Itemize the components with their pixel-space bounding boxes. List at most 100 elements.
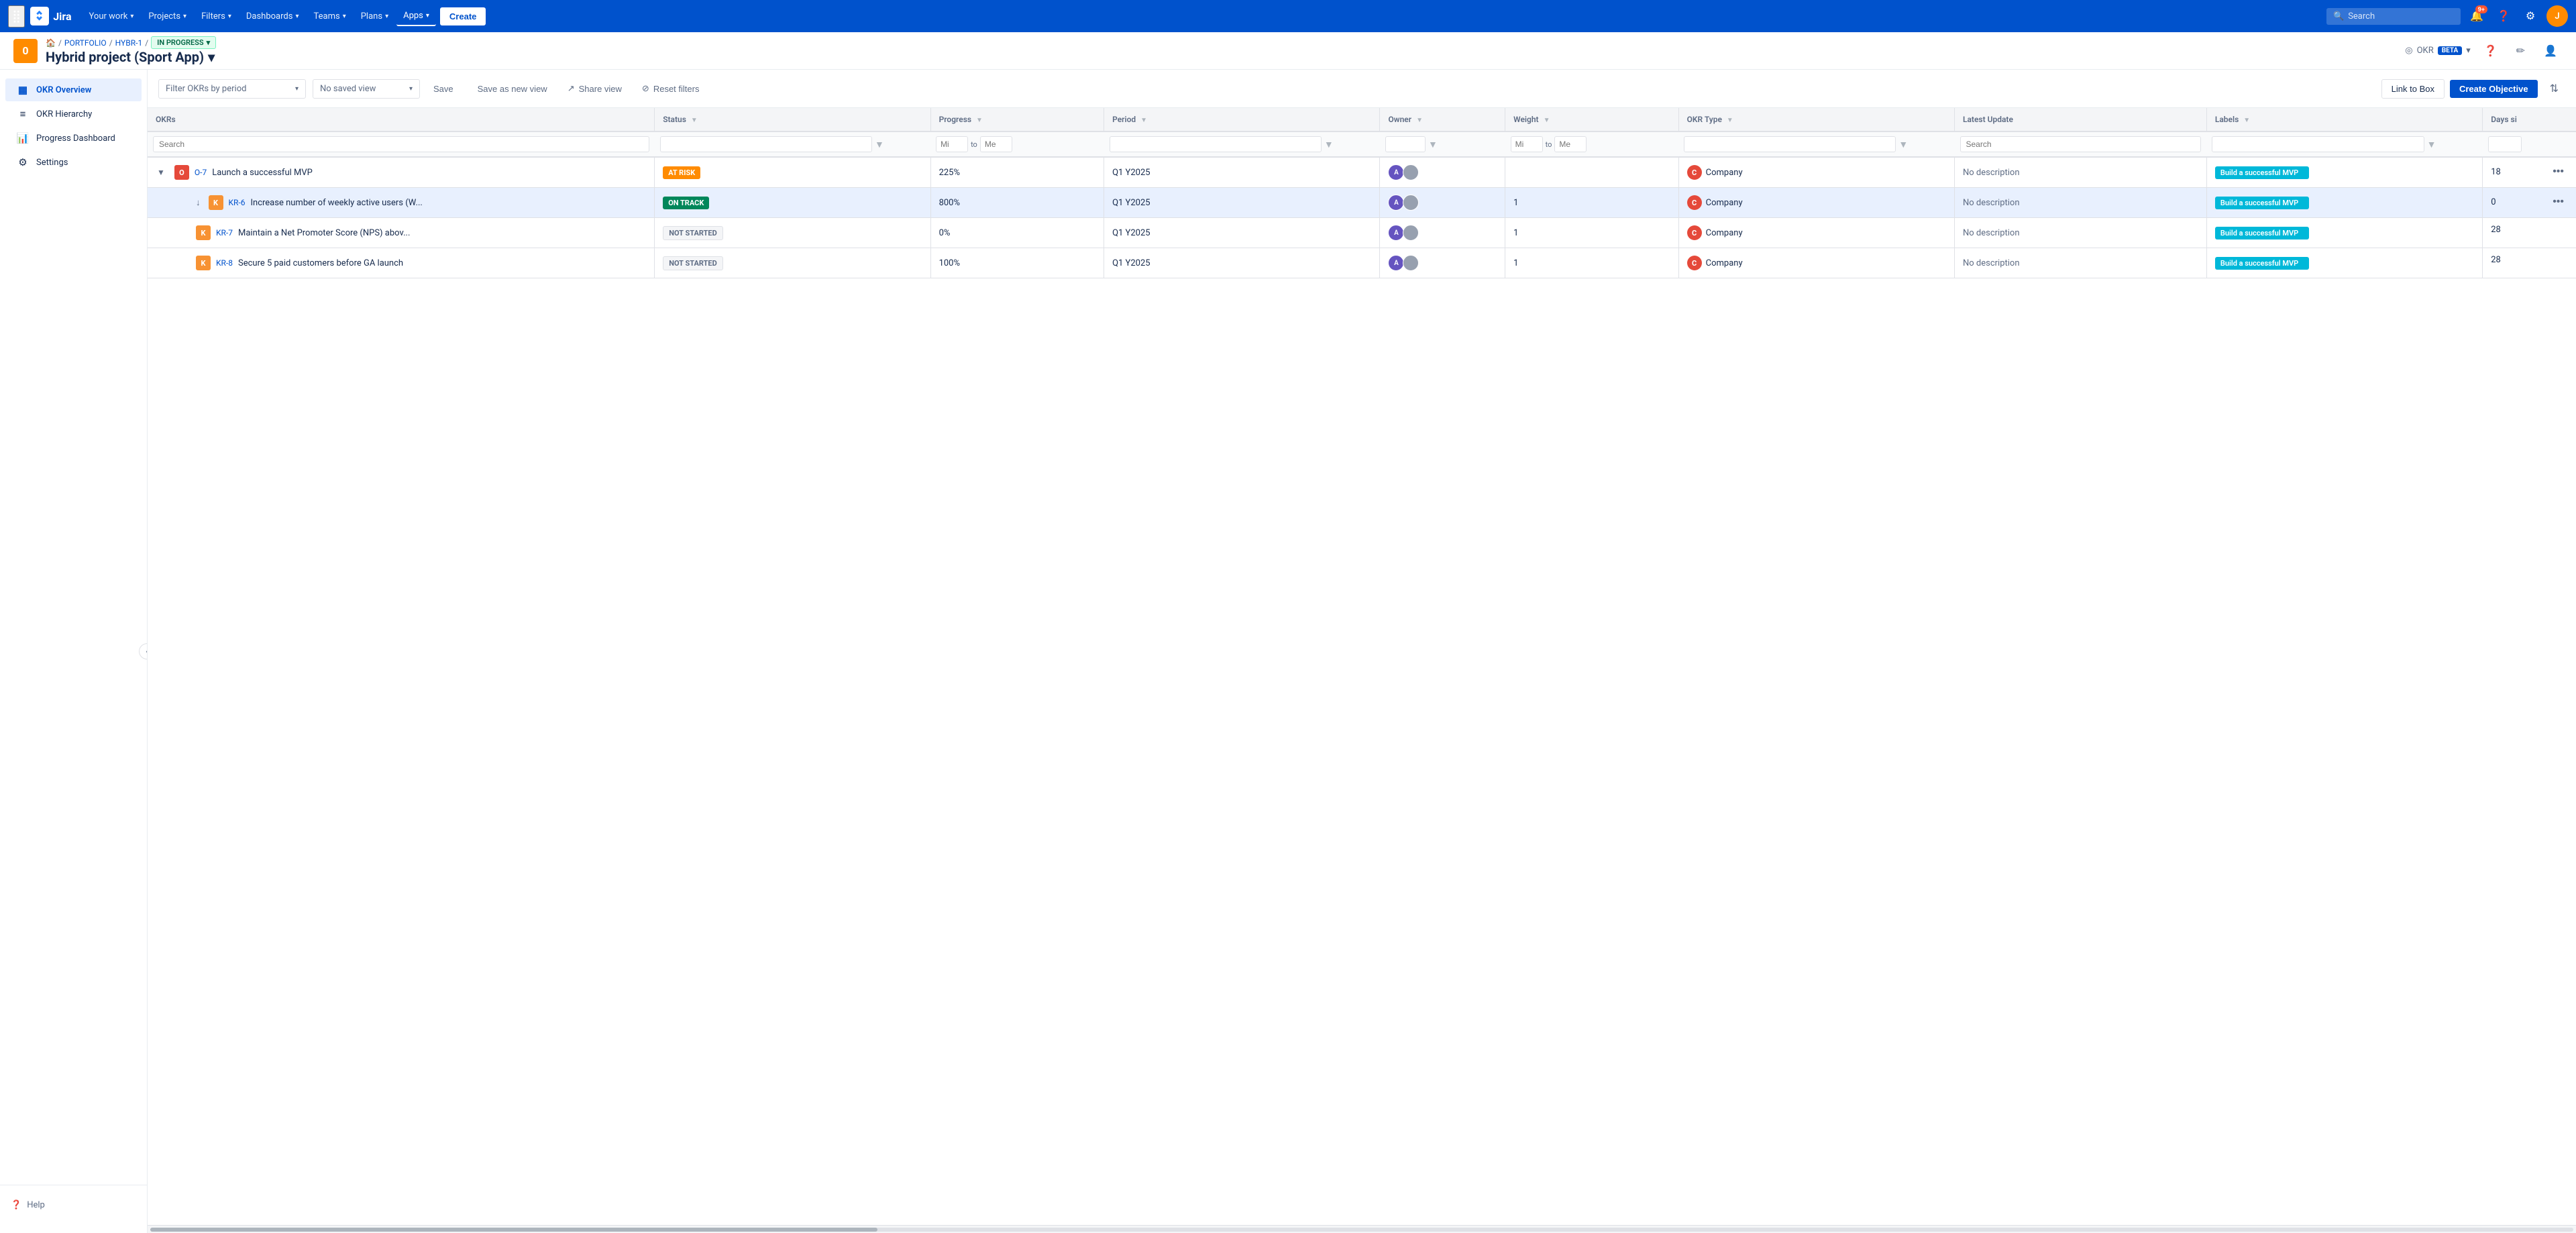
more-options-button[interactable]: •••	[2548, 164, 2568, 179]
weight-cell: 1	[1505, 188, 1679, 218]
person-icon-button[interactable]: 👤	[2538, 42, 2563, 60]
app-switcher-button[interactable]: ⣿	[8, 5, 25, 28]
project-status-badge[interactable]: IN PROGRESS ▾	[151, 36, 216, 49]
okr-type-badge: K	[209, 195, 223, 210]
table-settings-button[interactable]: ⇅	[2543, 78, 2565, 99]
portfolio-link[interactable]: PORTFOLIO	[64, 38, 107, 48]
filter-okrs	[148, 131, 655, 157]
saved-view-dropdown[interactable]: No saved view ▾	[313, 79, 420, 99]
horizontal-scrollbar[interactable]	[148, 1225, 2576, 1233]
filter-icon[interactable]: ▼	[976, 117, 983, 124]
okr-title: Launch a successful MVP	[212, 168, 313, 178]
save-button[interactable]: Save	[427, 80, 460, 98]
nav-apps[interactable]: Apps ▾	[396, 7, 436, 26]
status-badge[interactable]: ON TRACK	[663, 197, 709, 209]
status-badge[interactable]: AT RISK	[663, 166, 700, 179]
save-as-new-view-button[interactable]: Save as new view	[467, 80, 554, 98]
scrollbar-track	[150, 1228, 2573, 1232]
link-to-box-button[interactable]: Link to Box	[2381, 79, 2445, 99]
create-objective-button[interactable]: Create Objective	[2450, 80, 2538, 98]
okr-id-link[interactable]: O-7	[195, 168, 207, 177]
nav-your-work[interactable]: Your work ▾	[83, 7, 141, 25]
okr-id-link[interactable]: KR-8	[216, 258, 233, 268]
help-icon-button[interactable]: ❓	[2479, 42, 2503, 60]
owner-filter-input[interactable]	[1385, 136, 1426, 152]
sidebar-item-okr-overview[interactable]: ▦ OKR Overview	[5, 78, 142, 101]
okr-type-cell: C Company	[1678, 188, 1954, 218]
okr-badge[interactable]: ◎ OKR BETA ▾	[2405, 46, 2471, 56]
weight-min-input[interactable]	[1511, 136, 1543, 152]
okr-cell: ▼ O O-7 Launch a successful MVP	[148, 157, 655, 188]
days-filter-input[interactable]	[2488, 136, 2522, 152]
period-filter-dropdown[interactable]: Filter OKRs by period ▾	[158, 79, 306, 99]
share-view-button[interactable]: ↗ Share view	[561, 79, 629, 98]
status-badge[interactable]: NOT STARTED	[663, 226, 723, 240]
owner-avatars: A	[1388, 164, 1497, 180]
weight-max-input[interactable]	[1554, 136, 1587, 152]
status-badge[interactable]: NOT STARTED	[663, 256, 723, 270]
progress-max-input[interactable]	[980, 136, 1012, 152]
chevron-down-icon: ▾	[409, 85, 413, 93]
edit-icon-button[interactable]: ✏	[2511, 42, 2530, 60]
sidebar-item-settings[interactable]: ⚙ Settings	[5, 151, 142, 174]
owner-cell: A	[1380, 157, 1505, 188]
filter-icon[interactable]: ▼	[1727, 117, 1733, 124]
days-cell: 28	[2483, 248, 2576, 272]
col-okrs: OKRs	[148, 108, 655, 131]
filter-period: ▼	[1104, 131, 1380, 157]
filter-icon[interactable]: ▼	[1416, 117, 1423, 124]
filter-icon[interactable]: ▼	[1544, 117, 1550, 124]
filter-icon[interactable]: ▼	[1324, 139, 1334, 150]
filter-icon[interactable]: ▼	[691, 117, 698, 124]
okr-id-link[interactable]: KR-6	[229, 198, 246, 207]
filter-icon[interactable]: ▼	[1428, 139, 1438, 150]
okr-type-filter-input[interactable]	[1684, 136, 1896, 152]
project-title[interactable]: Hybrid project (Sport App) ▾	[46, 49, 216, 65]
sidebar-item-okr-hierarchy[interactable]: ≡ OKR Hierarchy	[5, 103, 142, 125]
okr-search-input[interactable]	[153, 136, 649, 152]
chevron-down-icon: ▾	[208, 49, 215, 65]
nav-dashboards[interactable]: Dashboards ▾	[239, 7, 306, 25]
jira-logo[interactable]: Jira	[30, 7, 71, 25]
okr-id-link[interactable]: KR-7	[216, 228, 233, 237]
filter-icon[interactable]: ▼	[2427, 139, 2436, 150]
period-cell: Q1 Y2025	[1104, 157, 1380, 188]
nav-filters[interactable]: Filters ▾	[195, 7, 238, 25]
sidebar-item-progress-dashboard[interactable]: 📊 Progress Dashboard	[5, 127, 142, 150]
project-id-link[interactable]: HYBR-1	[115, 38, 143, 48]
okr-type-circle: C	[1687, 195, 1702, 210]
nav-right-section: 🔍 Search 🔔 9+ ❓ ⚙ J	[2326, 5, 2568, 27]
reset-filters-button[interactable]: ⊘ Reset filters	[635, 79, 706, 98]
filter-icon[interactable]: ▼	[1140, 117, 1147, 124]
filter-icon[interactable]: ▼	[1898, 139, 1908, 150]
help-link[interactable]: ❓ Help	[11, 1196, 136, 1214]
create-button[interactable]: Create	[440, 7, 486, 25]
global-search[interactable]: 🔍 Search	[2326, 8, 2461, 25]
owner-avatar-secondary	[1403, 255, 1419, 271]
period-filter-input[interactable]	[1110, 136, 1322, 152]
filter-icon[interactable]: ▼	[2243, 117, 2250, 124]
home-icon[interactable]: 🏠	[46, 38, 56, 48]
nav-projects[interactable]: Projects ▾	[142, 7, 193, 25]
more-options-button[interactable]: •••	[2548, 195, 2568, 209]
nav-plans[interactable]: Plans ▾	[354, 7, 395, 25]
col-period: Period ▼	[1104, 108, 1380, 131]
settings-button[interactable]: ⚙	[2520, 5, 2541, 27]
notifications-button[interactable]: 🔔 9+	[2466, 5, 2487, 27]
okr-type-label: Company	[1706, 198, 1743, 208]
filter-icon[interactable]: ▼	[875, 139, 884, 150]
user-avatar[interactable]: J	[2546, 5, 2568, 27]
progress-min-input[interactable]	[936, 136, 968, 152]
collapse-sidebar-button[interactable]: ‹	[139, 643, 148, 659]
help-circle-icon: ❓	[11, 1200, 21, 1210]
status-filter-input[interactable]	[660, 136, 872, 152]
latest-update-filter-input[interactable]	[1960, 136, 2202, 152]
jira-logo-icon	[30, 7, 49, 25]
nav-teams[interactable]: Teams ▾	[307, 7, 353, 25]
help-button[interactable]: ❓	[2493, 5, 2514, 27]
labels-filter-input[interactable]	[2212, 136, 2424, 152]
days-cell: 18•••	[2483, 158, 2576, 186]
label-tag: Build a successful MVP	[2215, 227, 2309, 239]
scrollbar-thumb[interactable]	[150, 1228, 877, 1232]
expand-button[interactable]: ▼	[156, 166, 166, 178]
